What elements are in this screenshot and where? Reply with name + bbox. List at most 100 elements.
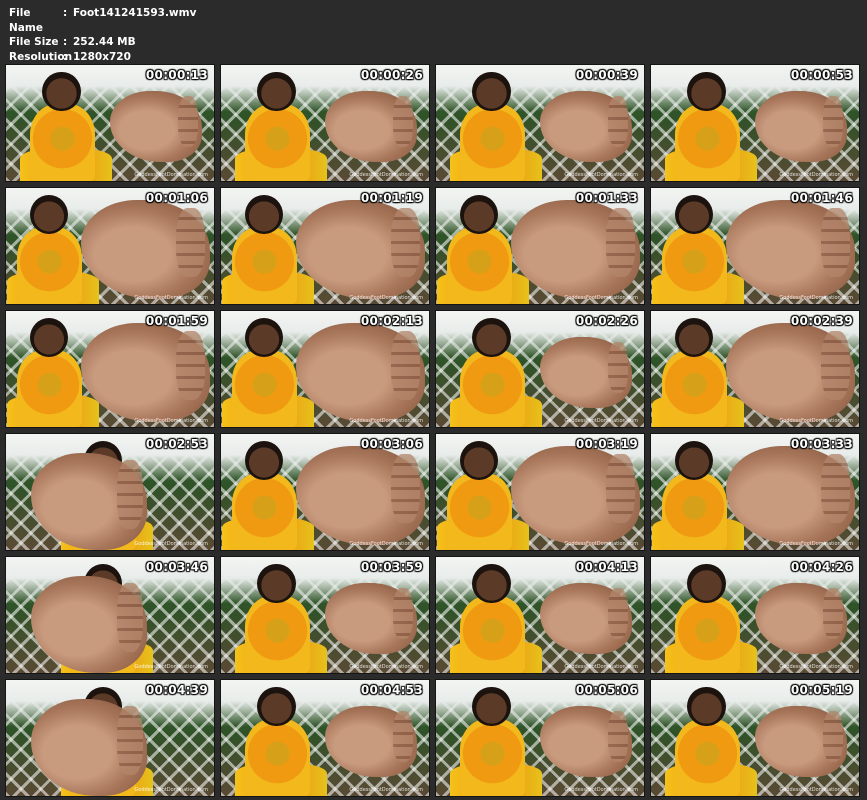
person-dress <box>447 227 513 304</box>
file-info-key: Resolution <box>9 50 73 63</box>
video-thumbnail[interactable]: 00:03:06 GoddessFootDomination.com <box>220 433 430 551</box>
video-thumbnail[interactable]: 00:04:13 GoddessFootDomination.com <box>435 556 645 674</box>
video-thumbnail[interactable]: 00:05:19 GoddessFootDomination.com <box>650 679 860 797</box>
video-thumbnail[interactable]: 00:01:33 GoddessFootDomination.com <box>435 187 645 305</box>
person-dress <box>29 104 95 181</box>
thumbnail-timestamp: 00:01:19 <box>360 191 423 205</box>
video-thumbnail[interactable]: 00:02:39 GoddessFootDomination.com <box>650 310 860 428</box>
person-dress <box>662 350 728 427</box>
person-dress <box>459 596 525 673</box>
person-dress <box>459 350 525 427</box>
person-figure <box>449 557 542 673</box>
video-thumbnail[interactable]: 00:00:26 GoddessFootDomination.com <box>220 64 430 182</box>
watermark-text: GoddessFootDomination.com <box>349 295 423 301</box>
video-thumbnail[interactable]: 00:01:59 GoddessFootDomination.com <box>5 310 215 428</box>
video-thumbnail[interactable]: 00:04:53 GoddessFootDomination.com <box>220 679 430 797</box>
person-figure <box>437 434 530 550</box>
file-info-key: File Size <box>9 36 59 48</box>
person-dress <box>674 104 740 181</box>
thumbnail-timestamp: 00:01:33 <box>575 191 638 205</box>
person-figure <box>234 65 327 181</box>
video-thumbnail[interactable]: 00:00:13 GoddessFootDomination.com <box>5 64 215 182</box>
person-head <box>687 563 726 604</box>
person-figure <box>664 680 757 796</box>
thumbnail-timestamp: 00:03:46 <box>145 560 208 574</box>
person-figure <box>7 188 100 304</box>
thumbnail-timestamp: 00:01:46 <box>790 191 853 205</box>
person-figure <box>437 188 530 304</box>
video-thumbnail[interactable]: 00:02:26 GoddessFootDomination.com <box>435 310 645 428</box>
person-figure <box>234 557 327 673</box>
video-thumbnail[interactable]: 00:01:46 GoddessFootDomination.com <box>650 187 860 305</box>
person-figure <box>652 434 745 550</box>
watermark-text: GoddessFootDomination.com <box>564 418 638 424</box>
watermark-text: GoddessFootDomination.com <box>134 418 208 424</box>
video-thumbnail[interactable]: 00:03:46 GoddessFootDomination.com <box>5 556 215 674</box>
video-thumbnail[interactable]: 00:01:19 GoddessFootDomination.com <box>220 187 430 305</box>
video-thumbnail[interactable]: 00:02:53 GoddessFootDomination.com <box>5 433 215 551</box>
person-figure <box>222 188 315 304</box>
person-dress <box>447 473 513 550</box>
video-thumbnail[interactable]: 00:05:06 GoddessFootDomination.com <box>435 679 645 797</box>
person-head <box>257 71 296 112</box>
person-head <box>257 563 296 604</box>
video-thumbnail[interactable]: 00:03:19 GoddessFootDomination.com <box>435 433 645 551</box>
thumbnail-timestamp: 00:04:53 <box>360 683 423 697</box>
person-dress <box>459 719 525 796</box>
file-info-separator: : <box>63 7 68 19</box>
watermark-text: GoddessFootDomination.com <box>134 172 208 178</box>
watermark-text: GoddessFootDomination.com <box>349 541 423 547</box>
person-head <box>472 71 511 112</box>
person-figure <box>234 680 327 796</box>
person-figure <box>449 65 542 181</box>
person-figure <box>222 434 315 550</box>
watermark-text: GoddessFootDomination.com <box>349 172 423 178</box>
person-dress <box>674 596 740 673</box>
thumbnail-timestamp: 00:02:13 <box>360 314 423 328</box>
thumbnail-timestamp: 00:02:53 <box>145 437 208 451</box>
video-thumbnail[interactable]: 00:01:06 GoddessFootDomination.com <box>5 187 215 305</box>
person-figure <box>7 311 100 427</box>
thumbnail-timestamp: 00:02:39 <box>790 314 853 328</box>
video-thumbnail[interactable]: 00:00:53 GoddessFootDomination.com <box>650 64 860 182</box>
thumbnail-timestamp: 00:00:39 <box>575 68 638 82</box>
file-info-value: Foot141241593.wmv <box>73 7 197 19</box>
thumbnail-timestamp: 00:05:06 <box>575 683 638 697</box>
person-dress <box>232 350 298 427</box>
watermark-text: GoddessFootDomination.com <box>779 541 853 547</box>
watermark-text: GoddessFootDomination.com <box>779 418 853 424</box>
video-thumbnail[interactable]: 00:04:39 GoddessFootDomination.com <box>5 679 215 797</box>
thumbnail-timestamp: 00:03:19 <box>575 437 638 451</box>
watermark-text: GoddessFootDomination.com <box>134 664 208 670</box>
video-thumbnail[interactable]: 00:04:26 GoddessFootDomination.com <box>650 556 860 674</box>
person-head <box>472 686 511 727</box>
person-dress <box>459 104 525 181</box>
video-thumbnail[interactable]: 00:03:33 GoddessFootDomination.com <box>650 433 860 551</box>
thumbnail-grid: 00:00:13 GoddessFootDomination.com 00:00:2… <box>5 64 860 797</box>
thumbnail-timestamp: 00:04:13 <box>575 560 638 574</box>
thumbnail-timestamp: 00:03:33 <box>790 437 853 451</box>
watermark-text: GoddessFootDomination.com <box>349 664 423 670</box>
person-head <box>687 686 726 727</box>
thumbnail-timestamp: 00:01:06 <box>145 191 208 205</box>
video-thumbnail[interactable]: 00:00:39 GoddessFootDomination.com <box>435 64 645 182</box>
watermark-text: GoddessFootDomination.com <box>134 295 208 301</box>
thumbnail-timestamp: 00:01:59 <box>145 314 208 328</box>
watermark-text: GoddessFootDomination.com <box>349 418 423 424</box>
person-figure <box>449 311 542 427</box>
person-figure <box>664 557 757 673</box>
watermark-text: GoddessFootDomination.com <box>779 664 853 670</box>
person-head <box>257 686 296 727</box>
thumbnail-timestamp: 00:02:26 <box>575 314 638 328</box>
person-figure <box>222 311 315 427</box>
video-thumbnail[interactable]: 00:03:59 GoddessFootDomination.com <box>220 556 430 674</box>
thumbnail-timestamp: 00:04:26 <box>790 560 853 574</box>
video-thumbnail[interactable]: 00:02:13 GoddessFootDomination.com <box>220 310 430 428</box>
file-info-value: 252.44 MB <box>73 36 136 48</box>
file-info-row: File Size:252.44 MB <box>9 35 196 50</box>
watermark-text: GoddessFootDomination.com <box>134 787 208 793</box>
person-dress <box>17 227 83 304</box>
person-dress <box>244 596 310 673</box>
thumbnail-timestamp: 00:03:59 <box>360 560 423 574</box>
person-dress <box>674 719 740 796</box>
